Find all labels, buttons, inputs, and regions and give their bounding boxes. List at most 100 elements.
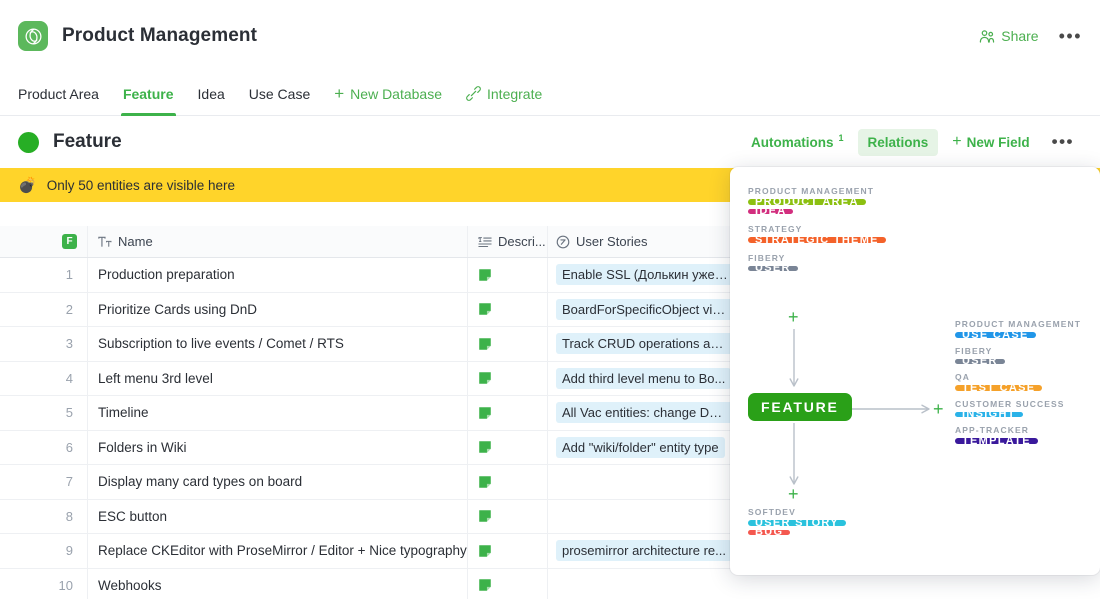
relations-popup: PRODUCT MANAGEMENT PRODUCT AREA IDEA STR…: [730, 167, 1100, 575]
row-number: 8: [0, 500, 88, 534]
cell-name[interactable]: Display many card types on board: [88, 465, 468, 499]
relation-group: FIBERY USER: [955, 346, 1081, 369]
entity-chip-template[interactable]: TEMPLATE: [955, 438, 1038, 444]
cell-description[interactable]: [468, 293, 548, 327]
relation-group-label: FIBERY: [955, 346, 1081, 356]
cell-description[interactable]: [468, 327, 548, 361]
relation-group-label: CUSTOMER SUCCESS: [955, 399, 1081, 409]
entity-chip-user[interactable]: USER: [748, 266, 798, 272]
column-header-label: Descri...: [498, 234, 546, 249]
row-number: 1: [0, 258, 88, 292]
note-icon: [478, 406, 492, 420]
entity-chip-idea[interactable]: IDEA: [748, 209, 793, 215]
relation-group: SOFTDEV USER STORY BUG: [748, 507, 846, 539]
cell-name[interactable]: Subscription to live events / Comet / RT…: [88, 327, 468, 361]
add-relation-top-button[interactable]: +: [788, 308, 799, 326]
note-icon: [478, 475, 492, 489]
relations-top-groups: PRODUCT MANAGEMENT PRODUCT AREA IDEA STR…: [748, 186, 886, 275]
new-field-button[interactable]: + New Field: [942, 128, 1039, 156]
column-header-name[interactable]: Name: [88, 226, 468, 257]
cell-description[interactable]: [468, 569, 548, 599]
cell-name[interactable]: Folders in Wiki: [88, 431, 468, 465]
relation-group: FIBERY USER: [748, 253, 886, 276]
column-header-description[interactable]: Descri...: [468, 226, 548, 257]
note-icon: [478, 371, 492, 385]
entity-chip-product-area[interactable]: PRODUCT AREA: [748, 199, 866, 205]
row-number: 9: [0, 534, 88, 568]
entity-chip-use-case[interactable]: USE CASE: [955, 332, 1036, 338]
cell-name[interactable]: Left menu 3rd level: [88, 362, 468, 396]
user-story-chip[interactable]: All Vac entities: change Dat...: [556, 402, 734, 423]
entity-chip-test-case[interactable]: TEST CASE: [955, 385, 1042, 391]
page-title: Product Management: [62, 25, 257, 47]
relation-group-label: FIBERY: [748, 253, 886, 263]
cell-name[interactable]: Webhooks: [88, 569, 468, 599]
cell-description[interactable]: [468, 465, 548, 499]
note-icon: [478, 268, 492, 282]
user-story-chip[interactable]: prosemirror architecture re...: [556, 540, 732, 561]
tab-idea[interactable]: Idea: [186, 72, 237, 115]
cell-name[interactable]: Replace CKEditor with ProseMirror / Edit…: [88, 534, 468, 568]
note-icon: [478, 578, 492, 592]
cell-name[interactable]: Timeline: [88, 396, 468, 430]
cell-name[interactable]: ESC button: [88, 500, 468, 534]
entity-chip-strategic-theme[interactable]: STRATEGIC THEME: [748, 237, 886, 243]
column-header-row-number[interactable]: F: [0, 226, 88, 257]
cell-description[interactable]: [468, 500, 548, 534]
note-icon: [478, 509, 492, 523]
relation-group-label: PRODUCT MANAGEMENT: [955, 319, 1081, 329]
cell-description[interactable]: [468, 362, 548, 396]
add-relation-bottom-button[interactable]: +: [788, 485, 799, 503]
column-header-label: Name: [118, 234, 153, 249]
share-button[interactable]: Share: [979, 28, 1038, 44]
relation-group-label: APP-TRACKER: [955, 425, 1081, 435]
relations-button[interactable]: Relations: [858, 129, 939, 156]
user-story-chip[interactable]: Enable SSL (Долькин уже ...: [556, 264, 734, 285]
user-story-chip[interactable]: Add "wiki/folder" entity type: [556, 437, 725, 458]
note-icon: [478, 509, 492, 523]
integrate-button[interactable]: Integrate: [454, 72, 554, 115]
user-story-chip[interactable]: Add third level menu to Bo...: [556, 368, 731, 389]
relation-group: CUSTOMER SUCCESS INSIGHT: [955, 399, 1081, 422]
new-database-label: New Database: [350, 86, 442, 102]
tab-feature[interactable]: Feature: [111, 72, 186, 115]
add-relation-right-button[interactable]: +: [933, 400, 944, 418]
new-database-button[interactable]: + New Database: [322, 72, 454, 115]
share-label: Share: [1001, 28, 1038, 44]
integrate-label: Integrate: [487, 86, 542, 102]
tab-product-area[interactable]: Product Area: [18, 72, 111, 115]
cell-description[interactable]: [468, 396, 548, 430]
cell-description[interactable]: [468, 534, 548, 568]
user-story-chip[interactable]: Track CRUD operations an...: [556, 333, 734, 354]
entity-chip-bug[interactable]: BUG: [748, 530, 790, 536]
row-number: 2: [0, 293, 88, 327]
bomb-emoji-icon: 💣: [18, 178, 37, 193]
note-icon: [478, 440, 492, 454]
entity-chip-insight[interactable]: INSIGHT: [955, 412, 1023, 418]
note-icon: [478, 337, 492, 351]
database-more-button[interactable]: •••: [1044, 126, 1082, 158]
entity-chip-feature[interactable]: FEATURE: [748, 393, 852, 421]
cell-description[interactable]: [468, 431, 548, 465]
entity-chip-user[interactable]: USER: [955, 359, 1005, 365]
app-root: Product Management Share ••• Product Are…: [0, 0, 1100, 599]
tab-use-case[interactable]: Use Case: [237, 72, 322, 115]
app-brand[interactable]: Product Management: [18, 21, 257, 51]
row-number: 3: [0, 327, 88, 361]
row-number: 5: [0, 396, 88, 430]
automations-button[interactable]: Automations 1: [741, 129, 854, 156]
plus-icon: +: [952, 134, 961, 150]
relation-group-label: QA: [955, 372, 1081, 382]
relation-group-label: STRATEGY: [748, 224, 886, 234]
top-bar-actions: Share •••: [979, 0, 1082, 72]
cell-name[interactable]: Prioritize Cards using DnD: [88, 293, 468, 327]
cell-description[interactable]: [468, 258, 548, 292]
row-number: 6: [0, 431, 88, 465]
top-bar-more-button[interactable]: •••: [1059, 27, 1082, 45]
cell-name[interactable]: Production preparation: [88, 258, 468, 292]
tab-label: Product Area: [18, 86, 99, 102]
entity-chip-user-story[interactable]: USER STORY: [748, 520, 846, 526]
user-story-chip[interactable]: BoardForSpecificObject vie...: [556, 299, 734, 320]
entity-limit-text: Only 50 entities are visible here: [47, 178, 235, 193]
relation-group: QA TEST CASE: [955, 372, 1081, 395]
